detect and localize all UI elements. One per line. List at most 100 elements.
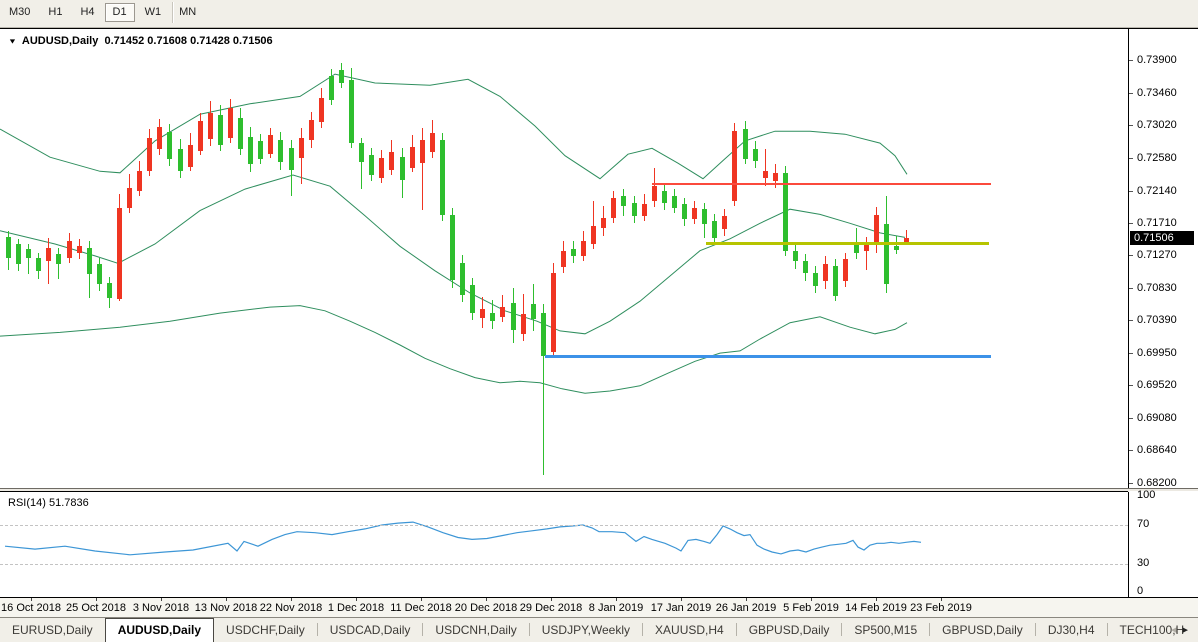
price-axis-tick [1129, 320, 1133, 321]
support-blue-line[interactable] [545, 355, 991, 358]
price-axis-label: 0.72580 [1137, 152, 1177, 164]
tab-usdcnh-daily[interactable]: USDCNH,Daily [423, 619, 528, 642]
candle-body [672, 196, 677, 208]
candle-body [763, 171, 768, 178]
candle-body [884, 224, 889, 284]
candle-body [511, 303, 516, 330]
price-axis-label: 0.69520 [1137, 379, 1177, 391]
candle-body [299, 138, 304, 158]
candle-body [379, 158, 384, 178]
toolbar-separator [172, 2, 174, 23]
chart-tabs: EURUSD,Daily AUDUSD,Daily USDCHF,Daily USDC… [0, 618, 1196, 642]
date-axis-tick [291, 598, 292, 601]
price-axis-label: 0.69080 [1137, 412, 1177, 424]
chart-tab-bar: EURUSD,Daily AUDUSD,Daily USDCHF,Daily USDC… [0, 617, 1198, 642]
tab-xauusd-h4[interactable]: XAUUSD,H4 [643, 619, 736, 642]
date-axis-label: 13 Nov 2018 [194, 602, 258, 614]
candle-body [803, 261, 808, 273]
candle-body [571, 249, 576, 256]
main-chart-plot[interactable]: ▼ AUDUSD,Daily 0.71452 0.71608 0.71428 0.… [0, 29, 1128, 488]
price-axis-tick [1129, 191, 1133, 192]
date-axis-tick [356, 598, 357, 601]
pivot-yellow-line[interactable] [706, 242, 989, 245]
tab-gbpusd-daily[interactable]: GBPUSD,Daily [930, 619, 1035, 642]
date-axis-label: 26 Jan 2019 [715, 602, 777, 614]
candle-body [248, 137, 253, 164]
candle-body [500, 307, 505, 317]
price-axis-label: 0.71710 [1137, 217, 1177, 229]
candle-body [581, 241, 586, 256]
candle-body [743, 129, 748, 159]
rsi-axis-label: 100 [1137, 489, 1156, 501]
resistance-red-line[interactable] [652, 183, 991, 185]
candle-body [127, 188, 132, 208]
candle-body [107, 283, 112, 298]
price-axis-label: 0.68640 [1137, 444, 1177, 456]
date-axis[interactable]: 16 Oct 2018 25 Oct 2018 3 Nov 2018 13 Nov 2… [0, 597, 1198, 619]
candle-body [278, 140, 283, 162]
date-axis-tick [876, 598, 877, 601]
tab-scroll-left-icon[interactable]: ◂ [1171, 624, 1183, 636]
candle-body [228, 108, 233, 138]
tab-audusd-daily[interactable]: AUDUSD,Daily [104, 618, 215, 642]
price-axis-label: 0.72140 [1137, 185, 1177, 197]
rsi-level-70-line [0, 525, 1128, 526]
rsi-level-30-line [0, 564, 1128, 565]
candle-body [238, 118, 243, 149]
candle-body [77, 246, 82, 253]
candle-body [67, 241, 72, 258]
timeframe-button-d1[interactable]: D1 [104, 3, 135, 22]
candle-body [188, 145, 193, 167]
date-axis-tick [96, 598, 97, 601]
tab-eurusd-daily[interactable]: EURUSD,Daily [0, 619, 105, 642]
candle-body [682, 204, 687, 219]
date-axis-label: 20 Dec 2018 [454, 602, 518, 614]
candle-body [178, 149, 183, 171]
rsi-axis: 100 70 30 0 [1129, 489, 1198, 597]
timeframe-button-m30[interactable]: M30 [1, 3, 38, 22]
candle-body [460, 263, 465, 295]
tab-sp500-m15[interactable]: SP500,M15 [842, 619, 929, 642]
candle-body [319, 98, 324, 122]
date-axis-tick [486, 598, 487, 601]
candle-body [36, 258, 41, 271]
candle-body [410, 147, 415, 168]
date-axis-tick [551, 598, 552, 601]
tab-usdcad-daily[interactable]: USDCAD,Daily [318, 619, 423, 642]
candle-body [198, 121, 203, 151]
price-axis-tick [1129, 353, 1133, 354]
tab-gbpusd-daily[interactable]: GBPUSD,Daily [737, 619, 842, 642]
candle-body [632, 203, 637, 216]
price-axis-label: 0.70390 [1137, 314, 1177, 326]
timeframe-button-mn[interactable]: MN [171, 3, 204, 22]
timeframe-button-h1[interactable]: H1 [40, 3, 70, 22]
rsi-axis-label: 30 [1137, 557, 1150, 569]
candle-body [46, 248, 51, 261]
date-axis-tick [746, 598, 747, 601]
date-axis-label: 14 Feb 2019 [845, 602, 907, 614]
tab-scroll-arrows: ◂▸ [1171, 623, 1194, 636]
price-axis-tick [1129, 60, 1133, 61]
rsi-panel[interactable]: RSI(14) 51.7836 [0, 491, 1128, 598]
candle-body [218, 115, 223, 145]
price-axis-tick [1129, 93, 1133, 94]
tab-usdjpy-weekly[interactable]: USDJPY,Weekly [530, 619, 642, 642]
candle-body [490, 313, 495, 321]
symbol-dropdown-icon[interactable]: ▼ [8, 37, 17, 45]
candle-body [400, 157, 405, 180]
rsi-indicator-label: RSI(14) 51.7836 [8, 497, 89, 509]
date-axis-label: 22 Nov 2018 [259, 602, 323, 614]
date-axis-label: 3 Nov 2018 [132, 602, 190, 614]
timeframe-button-h4[interactable]: H4 [72, 3, 102, 22]
tab-dj30-h4[interactable]: DJ30,H4 [1036, 619, 1107, 642]
date-axis-label: 29 Dec 2018 [519, 602, 583, 614]
candle-body [561, 251, 566, 267]
candle-body [823, 264, 828, 281]
tab-scroll-right-icon[interactable]: ▸ [1182, 624, 1194, 636]
candle-body [440, 140, 445, 215]
candle-body [611, 198, 616, 218]
bollinger-lower-band [0, 305, 908, 394]
timeframe-button-w1[interactable]: W1 [137, 3, 170, 22]
candle-body [874, 215, 879, 245]
tab-usdchf-daily[interactable]: USDCHF,Daily [214, 619, 317, 642]
